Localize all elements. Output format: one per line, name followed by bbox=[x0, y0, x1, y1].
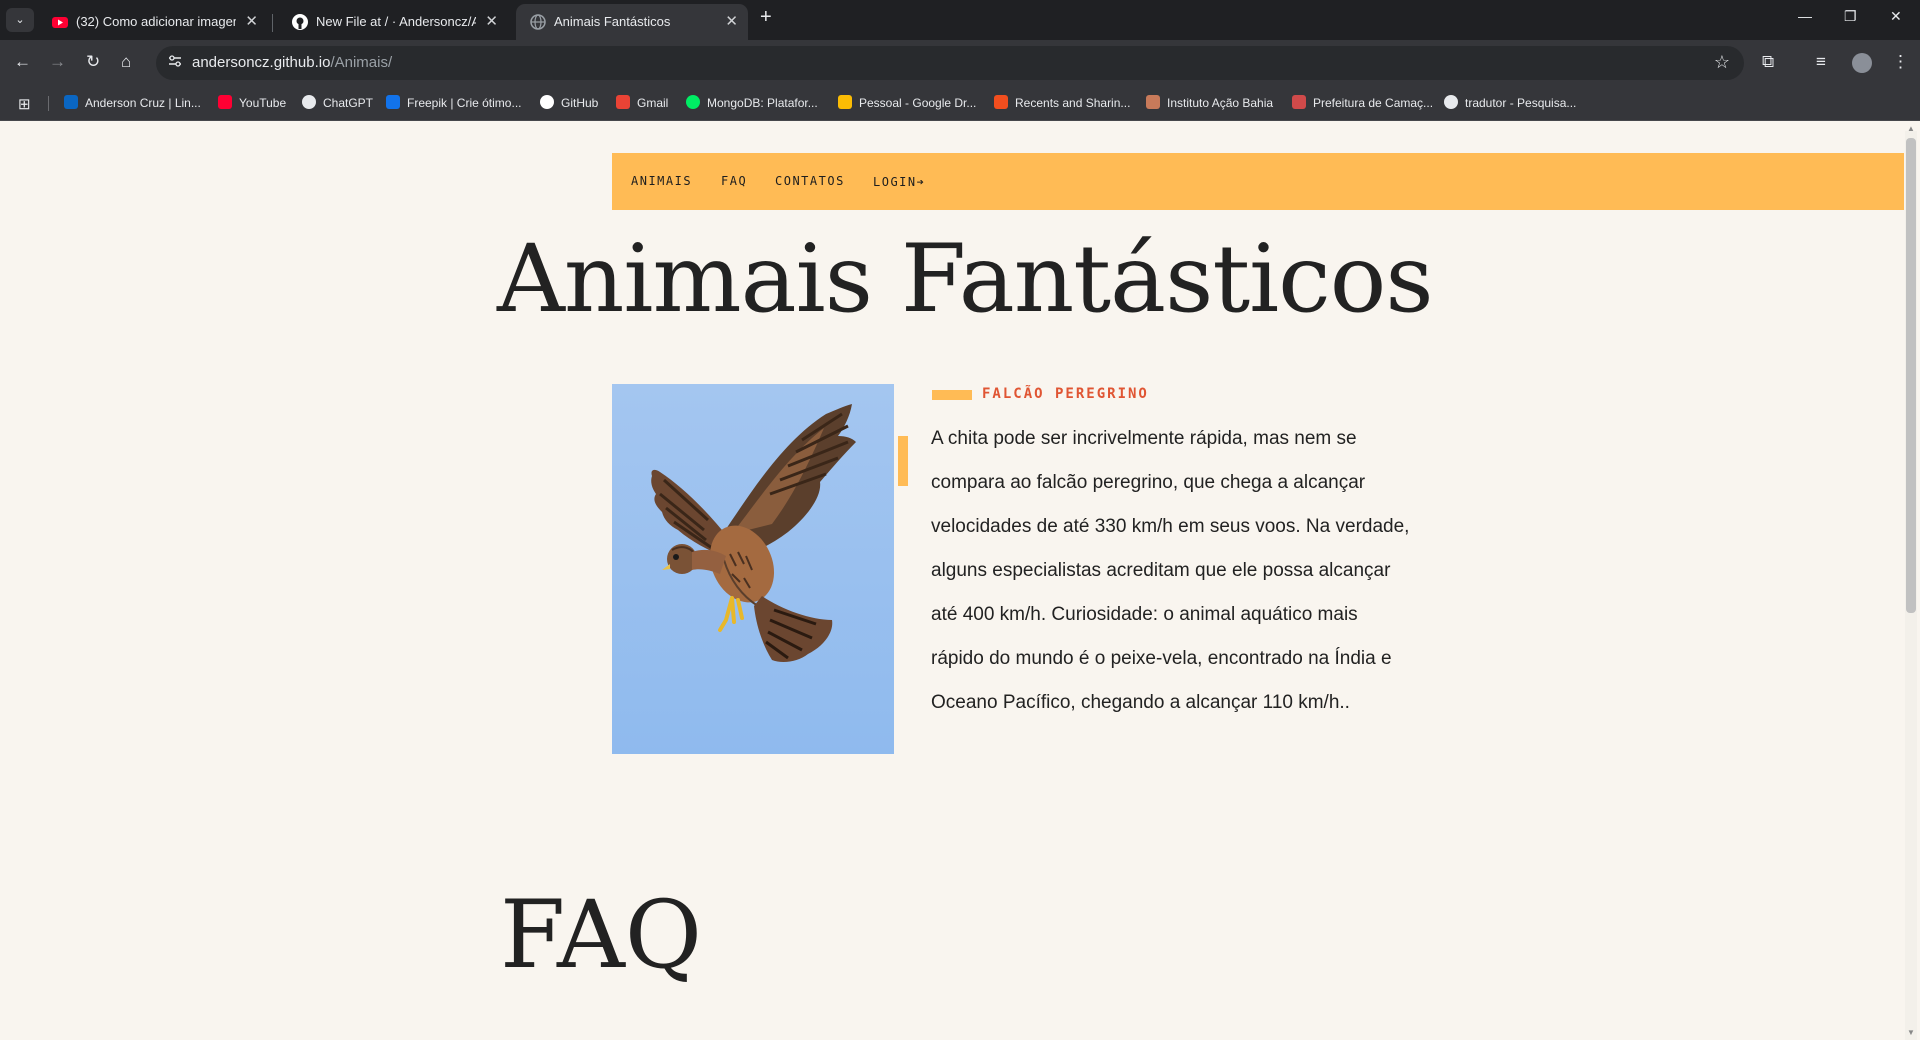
bookmark-label: Instituto Ação Bahia bbox=[1167, 96, 1274, 110]
section-kicker: FALCÃO PEREGRINO bbox=[982, 386, 1149, 402]
falcon-image bbox=[612, 384, 894, 754]
media-control-icon[interactable]: ≡ bbox=[1816, 52, 1826, 72]
freepik-icon bbox=[386, 95, 400, 109]
bookmark-youtube[interactable]: YouTube bbox=[218, 95, 286, 110]
forward-icon[interactable]: → bbox=[49, 52, 66, 72]
bookmark-tradutor[interactable]: tradutor - Pesquisa... bbox=[1444, 95, 1576, 110]
mongodb-icon bbox=[686, 95, 700, 109]
image-accent-bar bbox=[898, 436, 908, 486]
home-icon[interactable]: ⌂ bbox=[121, 52, 131, 72]
browser-toolbar: ← → ↻ ⌂ andersoncz.github.io/Animais/ ☆ … bbox=[0, 40, 1920, 86]
bookmark-github[interactable]: GitHub bbox=[540, 95, 598, 110]
close-icon[interactable]: ✕ bbox=[725, 12, 738, 30]
tab-title: New File at / · Andersoncz/Anim bbox=[316, 14, 476, 29]
bookmark-google-drive[interactable]: Pessoal - Google Dr... bbox=[838, 95, 976, 110]
tab-youtube[interactable]: (32) Como adicionar imagem n ✕ bbox=[38, 4, 268, 40]
chatgpt-icon bbox=[302, 95, 316, 109]
bookmark-label: Anderson Cruz | Lin... bbox=[85, 96, 201, 110]
scroll-down-icon[interactable]: ▼ bbox=[1907, 1028, 1915, 1037]
article-text: A chita pode ser incrivelmente rápida, m… bbox=[931, 428, 1410, 713]
window-close-button[interactable]: ✕ bbox=[1890, 8, 1902, 25]
youtube-icon bbox=[218, 95, 232, 109]
bookmark-linkedin[interactable]: Anderson Cruz | Lin... bbox=[64, 95, 201, 110]
bookmark-gmail[interactable]: Gmail bbox=[616, 95, 668, 110]
nav-link-faq[interactable]: FAQ bbox=[721, 174, 747, 188]
restore-button[interactable]: ❐ bbox=[1844, 8, 1857, 25]
faq-heading: FAQ bbox=[500, 881, 702, 990]
bookmark-label: GitHub bbox=[561, 96, 599, 110]
bookmark-label: Freepik | Crie ótimo... bbox=[407, 96, 522, 110]
site-info-icon[interactable] bbox=[168, 54, 182, 71]
github-icon bbox=[292, 14, 308, 30]
url-text: andersoncz.github.io/Animais/ bbox=[192, 54, 392, 71]
scroll-up-icon[interactable]: ▲ bbox=[1907, 124, 1915, 133]
nav-link-contatos[interactable]: CONTATOS bbox=[775, 174, 845, 188]
close-icon[interactable]: ✕ bbox=[485, 12, 498, 30]
tab-title: (32) Como adicionar imagem n bbox=[76, 14, 236, 29]
github-icon bbox=[540, 95, 554, 109]
linkedin-icon bbox=[64, 95, 78, 109]
address-bar[interactable]: andersoncz.github.io/Animais/ ☆ bbox=[156, 46, 1744, 80]
bookmark-label: Pessoal - Google Dr... bbox=[859, 96, 977, 110]
prefeitura-icon bbox=[1292, 95, 1306, 109]
bookmarks-divider bbox=[48, 96, 49, 111]
bookmark-prefeitura[interactable]: Prefeitura de Camaç... bbox=[1292, 95, 1433, 110]
instituto-icon bbox=[1146, 95, 1160, 109]
bookmark-label: YouTube bbox=[239, 96, 287, 110]
kicker-accent-line bbox=[932, 390, 972, 400]
nav-link-animais[interactable]: ANIMAIS bbox=[631, 174, 692, 188]
back-icon[interactable]: ← bbox=[14, 52, 31, 72]
site-navbar: ANIMAIS FAQ CONTATOS LOGIN➔ bbox=[612, 153, 1904, 210]
bookmark-star-icon[interactable]: ☆ bbox=[1714, 52, 1730, 73]
menu-icon[interactable]: ⋮ bbox=[1892, 52, 1909, 72]
page-title: Animais Fantásticos bbox=[497, 225, 1434, 334]
bookmark-chatgpt[interactable]: ChatGPT bbox=[302, 95, 373, 110]
tab-animais[interactable]: Animais Fantásticos ✕ bbox=[516, 4, 748, 40]
bookmark-label: Gmail bbox=[637, 96, 669, 110]
tab-divider bbox=[272, 14, 273, 32]
close-icon[interactable]: ✕ bbox=[245, 12, 258, 30]
reload-icon[interactable]: ↻ bbox=[86, 52, 100, 72]
bookmark-mongodb[interactable]: MongoDB: Platafor... bbox=[686, 95, 818, 110]
minimize-button[interactable]: — bbox=[1798, 8, 1812, 24]
tab-github[interactable]: New File at / · Andersoncz/Anim ✕ bbox=[278, 4, 508, 40]
bookmark-label: tradutor - Pesquisa... bbox=[1465, 96, 1577, 110]
globe-icon bbox=[530, 14, 546, 30]
tab-strip: ⌄ (32) Como adicionar imagem n ✕ New Fil… bbox=[0, 0, 1920, 40]
url-path: /Animais/ bbox=[330, 54, 393, 71]
youtube-icon bbox=[52, 14, 68, 30]
extensions-icon[interactable]: ⧉ bbox=[1762, 52, 1774, 72]
scrollbar-thumb[interactable] bbox=[1906, 138, 1916, 613]
page-viewport: ANIMAIS FAQ CONTATOS LOGIN➔ Animais Fant… bbox=[0, 121, 1920, 1040]
bookmarks-bar: ⊞ Anderson Cruz | Lin... YouTube ChatGPT… bbox=[0, 86, 1920, 121]
bookmark-label: Recents and Sharin... bbox=[1015, 96, 1131, 110]
nav-link-login[interactable]: LOGIN➔ bbox=[873, 175, 925, 189]
tab-title: Animais Fantásticos bbox=[554, 14, 671, 29]
url-host: andersoncz.github.io bbox=[192, 54, 331, 71]
bookmark-figma[interactable]: Recents and Sharin... bbox=[994, 95, 1130, 110]
bookmark-label: Prefeitura de Camaç... bbox=[1313, 96, 1434, 110]
tab-search-button[interactable]: ⌄ bbox=[6, 8, 34, 32]
google-icon bbox=[1444, 95, 1458, 109]
bookmark-freepik[interactable]: Freepik | Crie ótimo... bbox=[386, 95, 521, 110]
figma-icon bbox=[994, 95, 1008, 109]
bookmark-label: MongoDB: Platafor... bbox=[707, 96, 818, 110]
apps-grid-icon[interactable]: ⊞ bbox=[18, 95, 31, 113]
bookmark-label: ChatGPT bbox=[323, 96, 374, 110]
google-drive-icon bbox=[838, 95, 852, 109]
bookmark-instituto[interactable]: Instituto Ação Bahia bbox=[1146, 95, 1273, 110]
profile-avatar[interactable] bbox=[1852, 53, 1872, 73]
new-tab-button[interactable]: + bbox=[760, 6, 772, 29]
gmail-icon bbox=[616, 95, 630, 109]
